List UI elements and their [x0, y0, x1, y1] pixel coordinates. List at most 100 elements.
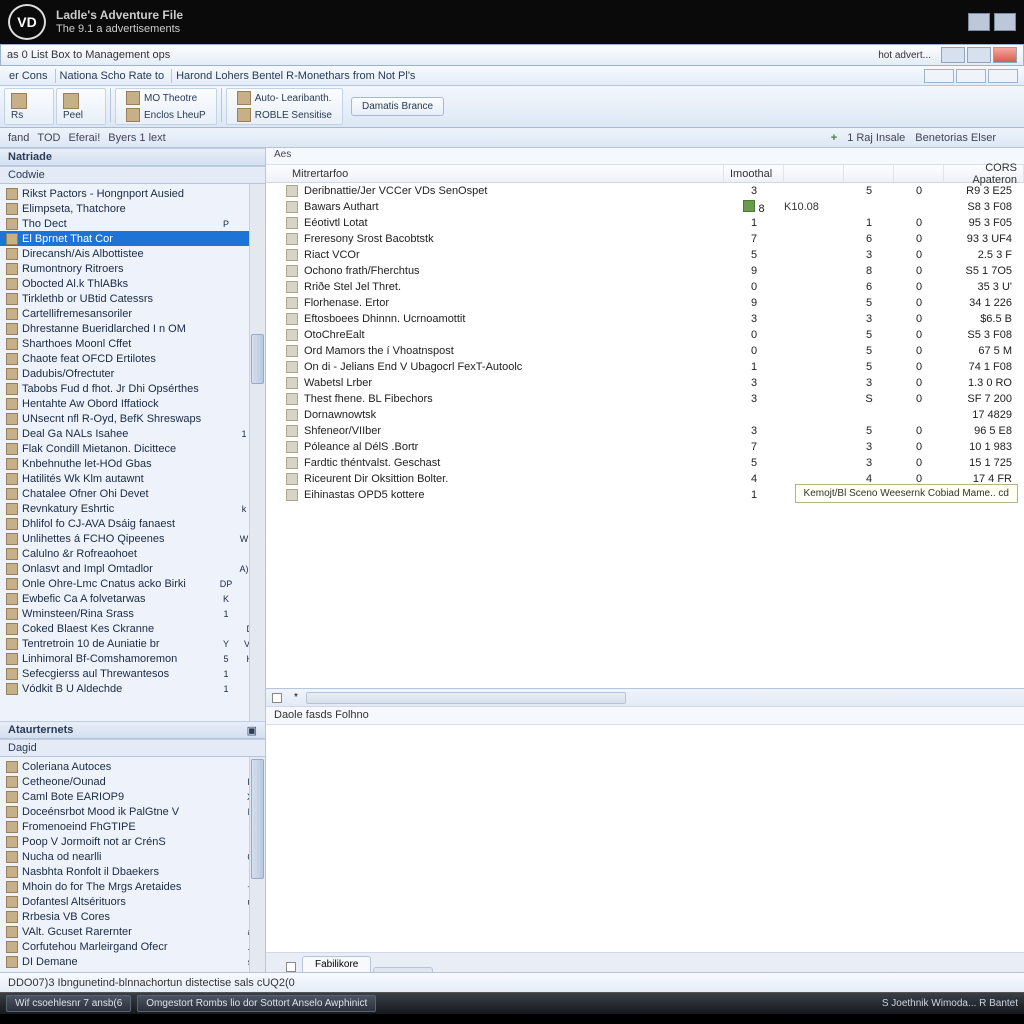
- table-row[interactable]: Eéotivtl Lotat11095 3 F05: [266, 215, 1024, 231]
- subbar-item[interactable]: Benetorias Elser: [915, 132, 996, 144]
- sidebar-item[interactable]: Flak Condill Mietanon. Dicittece▶: [0, 441, 265, 456]
- win-max-icon[interactable]: [994, 13, 1016, 31]
- sidebar-item[interactable]: Dhrestanne Bueridlarched I n OM▶: [0, 321, 265, 336]
- sidebar-item[interactable]: Dhlifol fo CJ-AVA Dsáig fanaest▶: [0, 516, 265, 531]
- sidebar-item[interactable]: Nucha od nearlli0: [0, 849, 265, 864]
- menu-item[interactable]: er Cons: [6, 69, 51, 83]
- sidebar-item[interactable]: Tentretroin 10 de Auniatie brYVE): [0, 636, 265, 651]
- sidebar-item[interactable]: Cetheone/OunadL: [0, 774, 265, 789]
- table-row[interactable]: Bawars Authart 8K10.08S8 3 F08: [266, 199, 1024, 215]
- sidebar-item[interactable]: Rumontnory Ritroers▶: [0, 261, 265, 276]
- table-row[interactable]: OtoChreEalt050S5 3 F08: [266, 327, 1024, 343]
- toolbar-row[interactable]: Auto- Learibanth.: [233, 90, 336, 107]
- sidebar-item[interactable]: Deal Ga NALs Isahee1: [0, 426, 265, 441]
- titlebar-right-label[interactable]: hot advert...: [878, 50, 931, 61]
- table-row[interactable]: Thest fhene. BL Fibechors3S0SF 7 200: [266, 391, 1024, 407]
- scrollbar-track[interactable]: [249, 184, 265, 721]
- table-row[interactable]: Póleance al DélS .Bortr73010 1 983: [266, 439, 1024, 455]
- bottom-tab[interactable]: [373, 967, 433, 972]
- sidebar-item[interactable]: Direcansh/Ais Albottistee▶: [0, 246, 265, 261]
- toolbar-group[interactable]: Rs: [4, 88, 54, 125]
- sidebar-item[interactable]: Mhoin do for The Mrgs Aretaides+: [0, 879, 265, 894]
- sidebar-item[interactable]: Rikst Pactors - Hongnport Ausied▶: [0, 186, 265, 201]
- scrollbar-thumb[interactable]: [251, 334, 264, 384]
- sidebar-item[interactable]: Corfutehou Marleirgand Ofecr..: [0, 939, 265, 954]
- sidebar-item[interactable]: Elimpseta, Thatchore▶: [0, 201, 265, 216]
- toolbar-tab[interactable]: Damatis Brance: [351, 97, 444, 116]
- toolbar-group[interactable]: Peel: [56, 88, 106, 125]
- table-row[interactable]: Rriðe Stel Jel Thret.06035 3 U': [266, 279, 1024, 295]
- sidebar-item[interactable]: Tho DectP5: [0, 216, 265, 231]
- sidebar-item[interactable]: Dadubis/Ofrectuter▶: [0, 366, 265, 381]
- subbar-item[interactable]: Eferai!: [68, 132, 100, 144]
- checkbox[interactable]: [286, 962, 296, 972]
- sidebar-item[interactable]: Sharthoes Moonl Cffet: [0, 336, 265, 351]
- sidebar-item[interactable]: Chaote feat OFCD Ertilotes: [0, 351, 265, 366]
- sidebar-item[interactable]: Wminsteen/Rina Srass1...: [0, 606, 265, 621]
- sidebar-item[interactable]: Nasbhta Ronfolt il Dbaekerst: [0, 864, 265, 879]
- toolbar-row[interactable]: Enclos LheuP: [122, 107, 210, 124]
- table-row[interactable]: Dornawnowtsk17 4829: [266, 407, 1024, 423]
- sidebar-item[interactable]: Tirklethb or UBtid Catessrs: [0, 291, 265, 306]
- sidebar-item[interactable]: Ewbefic Ca A folvetarwasK1: [0, 591, 265, 606]
- sidebar-item[interactable]: Hentahte Aw Obord Iffatiock: [0, 396, 265, 411]
- sidebar-item[interactable]: Calulno &r Rofreaohoet▶: [0, 546, 265, 561]
- subbar-item[interactable]: fand: [8, 132, 29, 144]
- menu-box[interactable]: [924, 69, 954, 83]
- sidebar-item[interactable]: Cartellifremesansoriler▶: [0, 306, 265, 321]
- sidebar-item[interactable]: Poop V Jormoift not ar CrénSl: [0, 834, 265, 849]
- sidebar-item[interactable]: Revnkatury Eshrtick: [0, 501, 265, 516]
- sidebar-item[interactable]: Coked Blaest Kes CkranneDS: [0, 621, 265, 636]
- col-header[interactable]: [894, 165, 944, 182]
- table-row[interactable]: Florhenase. Ertor95034 1 226: [266, 295, 1024, 311]
- col-header[interactable]: Mitrertarfoo: [286, 165, 724, 182]
- checkbox[interactable]: [272, 693, 282, 703]
- table-row[interactable]: Fardtic théntvalst. Geschast53015 1 725: [266, 455, 1024, 471]
- col-header[interactable]: CORS Apateron: [944, 165, 1024, 182]
- sidebar-item[interactable]: Vódkit B U Aldechde1.: [0, 681, 265, 696]
- sidebar-section-header[interactable]: Natriade: [0, 148, 265, 166]
- subbar-item[interactable]: TOD: [37, 132, 60, 144]
- table-row[interactable]: Freresony Srost Bacobtstk76093 3 UF4: [266, 231, 1024, 247]
- min-button[interactable]: [941, 47, 965, 63]
- col-header[interactable]: [784, 165, 844, 182]
- sidebar-subsection[interactable]: Dagid: [0, 739, 265, 757]
- sidebar-item[interactable]: Sefecgierss aul Threwantesos1...: [0, 666, 265, 681]
- sidebar-item[interactable]: UNsecnt nfl R-Oyd, BefK Shreswaps: [0, 411, 265, 426]
- taskbar-button[interactable]: Wif csoehlesnr 7 ansb(6: [6, 995, 131, 1012]
- table-row[interactable]: Riact VCOr5302.5 3 F: [266, 247, 1024, 263]
- menu-item[interactable]: Harond Lohers Bentel R-Monethars from No…: [171, 69, 418, 83]
- sidebar-item[interactable]: Doceénsrbot Mood ik PalGtne Vk: [0, 804, 265, 819]
- win-min-icon[interactable]: [968, 13, 990, 31]
- subbar-item[interactable]: 1 Raj Insale: [847, 132, 905, 144]
- sidebar-item[interactable]: Obocted Al.k ThlABks▶: [0, 276, 265, 291]
- scrollbar-track[interactable]: [249, 757, 265, 972]
- sidebar-item[interactable]: DI Demanes: [0, 954, 265, 969]
- scrollbar-thumb[interactable]: [251, 759, 264, 879]
- subbar-item[interactable]: Byers 1 lext: [108, 132, 165, 144]
- sidebar-section-header[interactable]: Ataurternets ▣: [0, 721, 265, 739]
- sidebar-item[interactable]: Caml Bote EARIOP9X: [0, 789, 265, 804]
- table-row[interactable]: Ochono frath/Fherchtus980S5 1 7O5: [266, 263, 1024, 279]
- table-row[interactable]: On di - Jelians End V Ubagocrl FexT-Auto…: [266, 359, 1024, 375]
- add-icon[interactable]: +: [831, 132, 837, 144]
- menu-item[interactable]: Nationa Scho Rate to: [55, 69, 168, 83]
- col-header[interactable]: Imoothal: [724, 165, 784, 182]
- table-row[interactable]: Eftosboees Dhinnn. Ucrnoamottit330$6.5 B: [266, 311, 1024, 327]
- sidebar-item[interactable]: Fromenoeind FhGTIPE-: [0, 819, 265, 834]
- sidebar-item[interactable]: Chatalee Ofner Ohi Devet▶: [0, 486, 265, 501]
- sidebar-item[interactable]: Unlihettes á FCHO QipeenesW: [0, 531, 265, 546]
- sidebar-item[interactable]: Hatilités Wk Klm autawnt▶: [0, 471, 265, 486]
- sidebar-subsection[interactable]: Codwie: [0, 166, 265, 184]
- sidebar-item[interactable]: Tabobs Fud d fhot. Jr Dhi Opsérthes▶: [0, 381, 265, 396]
- max-button[interactable]: [967, 47, 991, 63]
- sidebar-item[interactable]: Onle Ohre-Lmc Cnatus acko BirkiDP65: [0, 576, 265, 591]
- table-row[interactable]: Deribnattie/Jer VCCer VDs SenOspet350R9 …: [266, 183, 1024, 199]
- menu-box[interactable]: [988, 69, 1018, 83]
- taskbar-button[interactable]: Omgestort Rombs lio dor Sottort Anselo A…: [137, 995, 376, 1012]
- sidebar-item[interactable]: El Bprnet That Cor: [0, 231, 265, 246]
- system-tray[interactable]: S Joethnik Wimoda... R Bantet: [882, 998, 1018, 1009]
- sidebar-item[interactable]: Coleriana Autoces▶: [0, 759, 265, 774]
- toolbar-row[interactable]: ROBLE Sensitise: [233, 107, 336, 124]
- close-button[interactable]: [993, 47, 1017, 63]
